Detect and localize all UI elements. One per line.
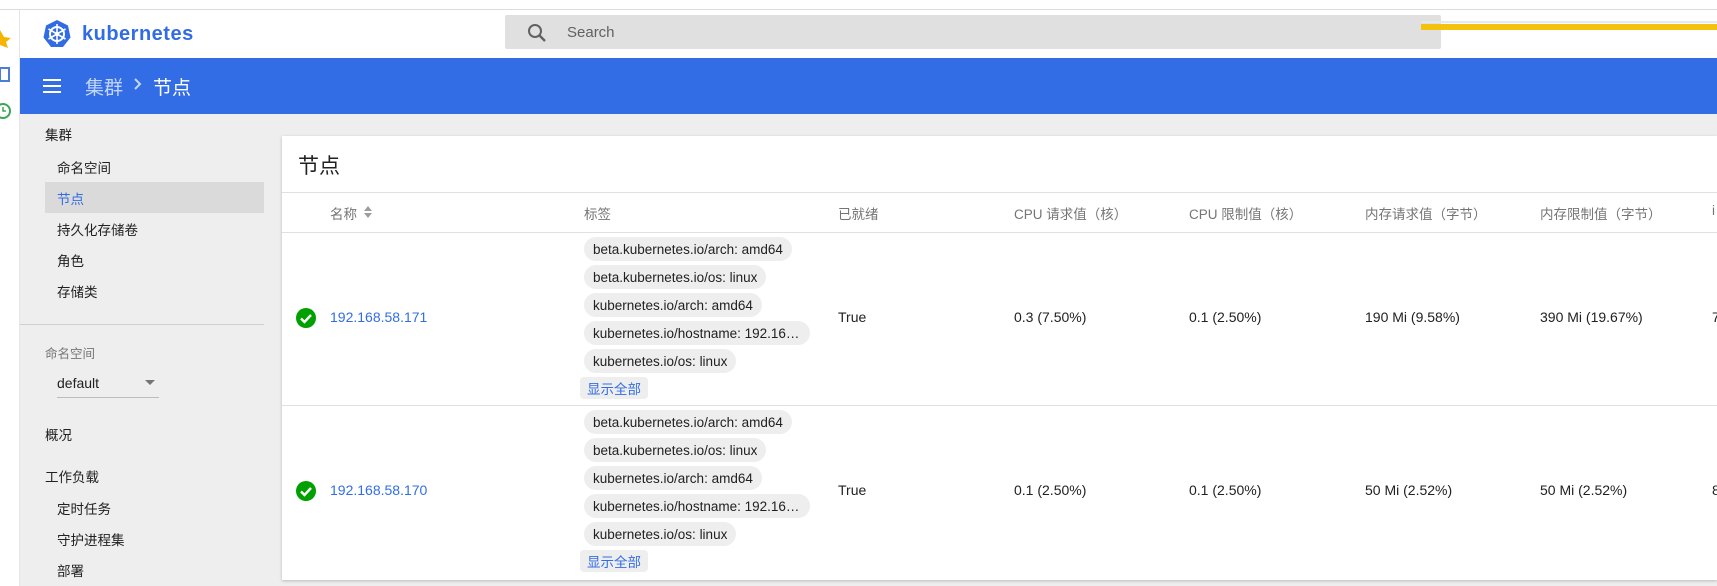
sidebar-item-roles[interactable]: 角色: [45, 244, 264, 275]
label-chip: kubernetes.io/hostname: 192.168.58.171: [584, 321, 810, 345]
label-chip-text: beta.kubernetes.io/arch: amd64: [593, 414, 783, 430]
label-chip: kubernetes.io/hostname: 192.168.58.170: [584, 494, 810, 518]
check-circle-icon: [295, 307, 317, 329]
table-row: 192.168.58.170 beta.kubernetes.io/arch: …: [282, 406, 1717, 578]
sidebar-divider: [20, 324, 264, 325]
app-header: kubernetes: [20, 10, 1717, 55]
node-name-link[interactable]: 192.168.58.170: [330, 482, 427, 498]
label-chip: kubernetes.io/os: linux: [584, 522, 737, 546]
search-bar[interactable]: [505, 15, 1441, 49]
sidebar-item-overview[interactable]: 概况: [45, 424, 72, 444]
label-chip-text: kubernetes.io/arch: amd64: [593, 297, 753, 313]
extra-value: 8: [1712, 482, 1717, 498]
chevron-right-icon: [133, 77, 143, 96]
memory-limits-value: 390 Mi (19.67%): [1540, 309, 1643, 325]
history-icon[interactable]: [0, 102, 12, 125]
star-icon[interactable]: [0, 28, 14, 53]
node-name-link[interactable]: 192.168.58.171: [330, 309, 427, 325]
label-chip: beta.kubernetes.io/arch: amd64: [584, 410, 792, 434]
memory-requests-value: 190 Mi (9.58%): [1365, 309, 1460, 325]
label-chip-text: kubernetes.io/os: linux: [593, 526, 728, 542]
sidebar-item-deployments[interactable]: 部署: [45, 554, 264, 585]
table-row: 192.168.58.171 beta.kubernetes.io/arch: …: [282, 233, 1717, 405]
sidebar-item-nodes[interactable]: 节点: [45, 182, 264, 213]
label-chip: kubernetes.io/arch: amd64: [584, 466, 762, 490]
label-chip: kubernetes.io/os: linux: [584, 349, 737, 373]
toolbar: 集群 节点: [20, 58, 1717, 114]
show-all-labels-button[interactable]: 显示全部: [580, 550, 648, 572]
kubernetes-logo-icon: [43, 20, 71, 47]
sort-icon[interactable]: [363, 205, 373, 222]
extension-strip: [0, 10, 20, 586]
label-chip-text: kubernetes.io/os: linux: [593, 353, 728, 369]
label-chip-text: kubernetes.io/hostname: 192.168.58.170: [593, 498, 801, 514]
extra-value: 7: [1712, 309, 1717, 325]
label-chip: beta.kubernetes.io/os: linux: [584, 438, 767, 462]
cpu-limits-value: 0.1 (2.50%): [1189, 482, 1262, 498]
sidebar-item-daemonsets[interactable]: 守护进程集: [45, 523, 264, 554]
bookmark-panel-icon[interactable]: [0, 66, 12, 89]
cpu-requests-value: 0.3 (7.50%): [1014, 309, 1087, 325]
namespace-label: 命名空间: [45, 347, 96, 361]
column-header-labels: 标签: [584, 207, 611, 222]
sidebar-item-persistent-volumes[interactable]: 持久化存储卷: [45, 213, 264, 244]
menu-icon[interactable]: [42, 76, 64, 96]
column-header-cpu-limits: CPU 限制值（核）: [1189, 207, 1303, 222]
browser-top-edge: [0, 0, 1717, 10]
label-chip-text: beta.kubernetes.io/os: linux: [593, 269, 758, 285]
sidebar-section-workloads[interactable]: 工作负载: [45, 466, 99, 486]
sidebar-item-namespaces[interactable]: 命名空间: [45, 151, 264, 182]
breadcrumb: 集群 节点: [85, 58, 191, 114]
card-divider: [282, 192, 1717, 193]
card-title: 节点: [298, 155, 340, 178]
logo[interactable]: kubernetes: [42, 19, 194, 49]
label-chip-text: kubernetes.io/arch: amd64: [593, 470, 753, 486]
memory-requests-value: 50 Mi (2.52%): [1365, 482, 1453, 498]
cpu-requests-value: 0.1 (2.50%): [1014, 482, 1087, 498]
sidebar: 集群 命名空间 节点 持久化存储卷 角色 存储类 命名空间 default 概况…: [20, 114, 280, 586]
column-header-name[interactable]: 名称: [330, 203, 373, 223]
namespace-select[interactable]: default: [57, 368, 159, 398]
column-header-ready: 已就绪: [838, 207, 879, 222]
column-header-memory-limits: 内存限制值（字节）: [1540, 207, 1662, 222]
sidebar-item-cronjobs[interactable]: 定时任务: [45, 492, 264, 523]
breadcrumb-current: 节点: [153, 77, 192, 99]
sidebar-section-cluster[interactable]: 集群: [45, 124, 72, 144]
logo-text: kubernetes: [82, 22, 194, 45]
column-header-name-label: 名称: [330, 207, 357, 222]
caret-down-icon: [145, 380, 155, 385]
column-header-extra: i: [1712, 203, 1715, 218]
cpu-limits-value: 0.1 (2.50%): [1189, 309, 1262, 325]
label-chip: beta.kubernetes.io/arch: amd64: [584, 237, 792, 261]
search-icon: [527, 23, 547, 48]
label-chip-text: kubernetes.io/hostname: 192.168.58.171: [593, 325, 801, 341]
ready-value: True: [838, 482, 867, 498]
search-input[interactable]: [565, 15, 1425, 49]
label-chip-text: beta.kubernetes.io/os: linux: [593, 442, 758, 458]
label-chip-text: beta.kubernetes.io/arch: amd64: [593, 241, 783, 257]
breadcrumb-cluster-link[interactable]: 集群: [85, 73, 123, 100]
sidebar-item-storage-classes[interactable]: 存储类: [45, 275, 264, 306]
memory-limits-value: 50 Mi (2.52%): [1540, 482, 1628, 498]
show-all-labels-button[interactable]: 显示全部: [580, 377, 648, 399]
nodes-card: 节点 名称 标签 已就绪 CPU 请求值（核） CPU 限制值（核） 内存请求值…: [282, 136, 1717, 580]
label-chip: kubernetes.io/arch: amd64: [584, 293, 762, 317]
ready-value: True: [838, 309, 867, 325]
loading-progress-bar: [1421, 21, 1717, 30]
check-circle-icon: [295, 480, 317, 502]
namespace-value: default: [57, 374, 100, 391]
column-header-cpu-requests: CPU 请求值（核）: [1014, 207, 1128, 222]
label-chip: beta.kubernetes.io/os: linux: [584, 265, 767, 289]
column-header-memory-requests: 内存请求值（字节）: [1365, 207, 1487, 222]
